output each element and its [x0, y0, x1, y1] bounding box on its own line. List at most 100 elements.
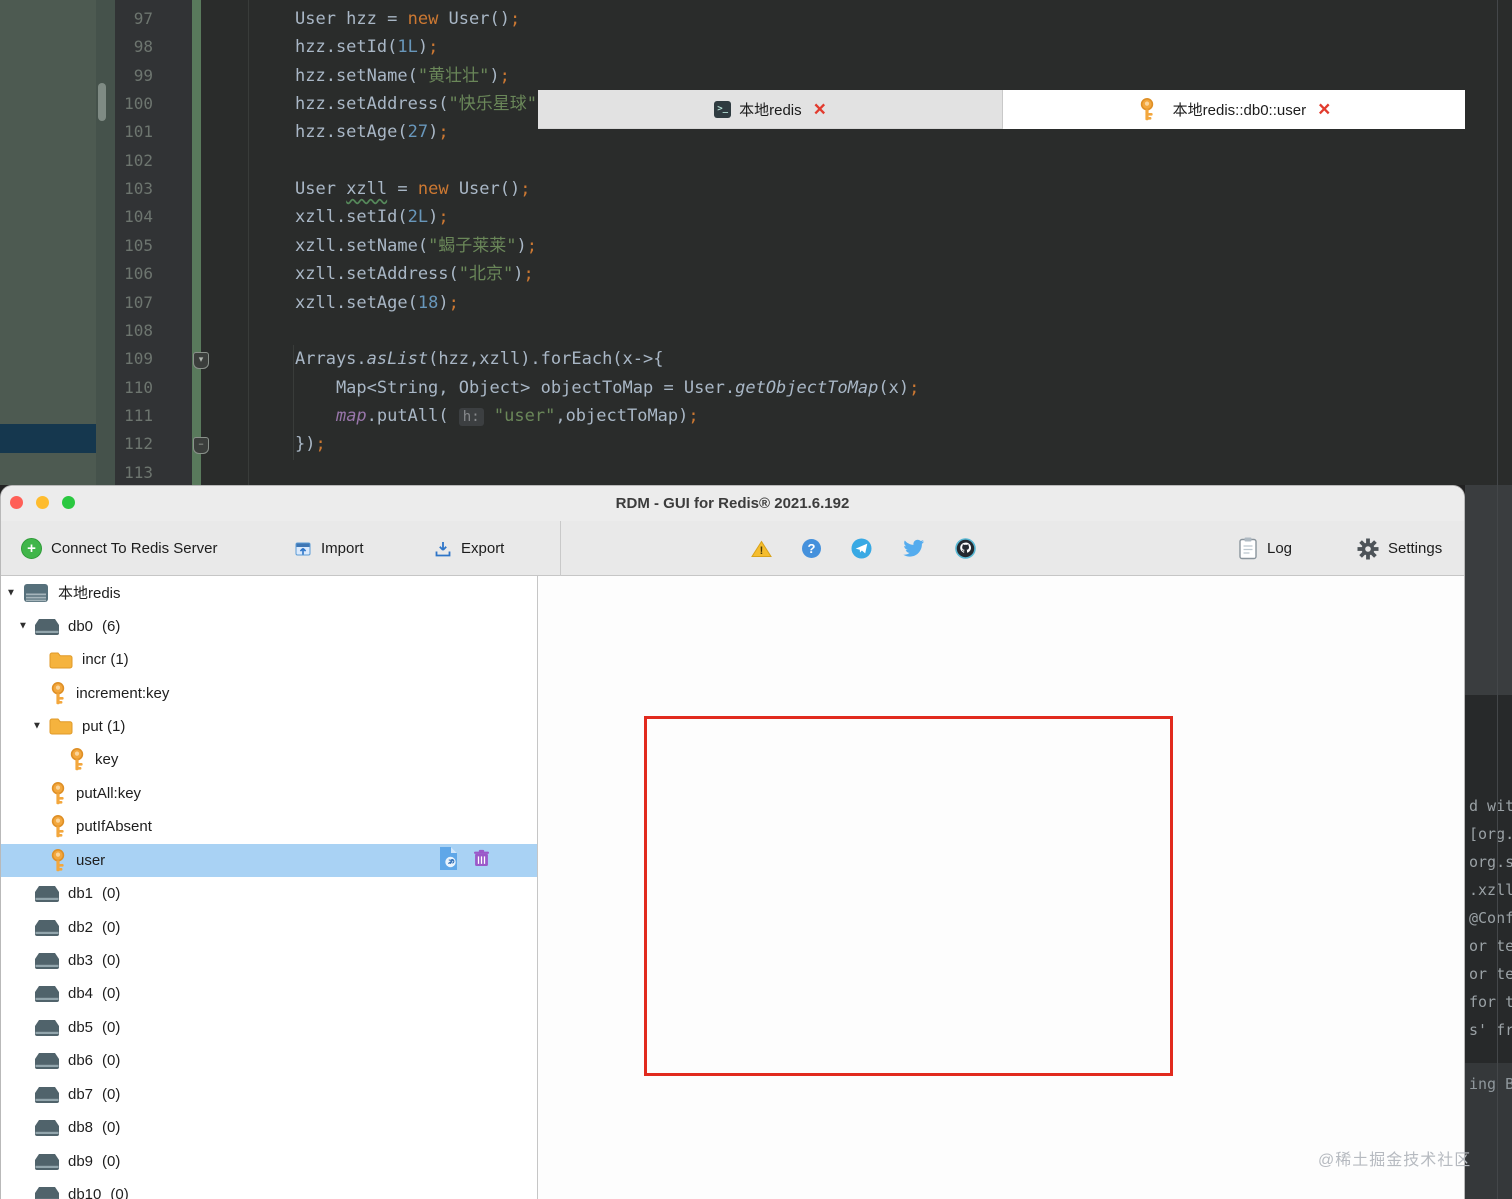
telegram-icon[interactable]: [851, 538, 872, 559]
import-button[interactable]: Import: [294, 521, 364, 576]
tree-item-key[interactable]: key: [1, 743, 537, 776]
line-number: 108: [124, 320, 153, 340]
tree-item-db2[interactable]: db2 (0): [1, 910, 537, 943]
tree-item-db10[interactable]: db10 (0): [1, 1178, 537, 1199]
tree-item-label: putIfAbsent: [76, 818, 152, 836]
code-line-107[interactable]: 107 xzll.setAge(18);: [0, 289, 1512, 317]
tree-item-label: put (1): [82, 717, 126, 735]
code-text: xzll.setId(2L);: [295, 207, 449, 228]
console-line: d wit: [1469, 797, 1512, 815]
line-number: 97: [133, 9, 153, 28]
tab-label: 本地redis::db0::user: [1172, 102, 1307, 119]
code-line-108[interactable]: 108: [0, 317, 1512, 345]
code-line-111[interactable]: 111 map.putAll( h: "user",objectToMap);: [0, 402, 1512, 430]
tree-item-label: 本地redis: [58, 585, 121, 603]
expand-arrow-icon[interactable]: ▼: [32, 721, 42, 732]
code-line-97[interactable]: 97 User hzz = new User();: [0, 5, 1512, 33]
code-line-102[interactable]: 102: [0, 147, 1512, 175]
delete-key-button-inline[interactable]: [474, 849, 489, 871]
warning-icon[interactable]: !: [751, 540, 772, 558]
tab-server[interactable]: >_ 本地redis ×: [538, 90, 1003, 129]
help-icon[interactable]: ?: [802, 539, 821, 558]
tree-item-label: db9: [68, 1152, 94, 1170]
editor-margin-line: [1497, 0, 1498, 1199]
tree-item-db9[interactable]: db9 (0): [1, 1144, 537, 1177]
window-titlebar[interactable]: RDM - GUI for Redis® 2021.6.192: [1, 486, 1464, 521]
line-number: 104: [124, 207, 153, 227]
log-clipboard-icon: [1239, 537, 1257, 560]
code-line-106[interactable]: 106 xzll.setAddress("北京");: [0, 260, 1512, 288]
line-number: 103: [124, 179, 153, 199]
svg-text:!: !: [760, 545, 764, 557]
code-line-104[interactable]: 104 xzll.setId(2L);: [0, 203, 1512, 231]
tree-item-user[interactable]: user: [1, 843, 537, 877]
gear-icon: [1357, 538, 1379, 559]
folder-icon: [49, 718, 73, 735]
code-line-105[interactable]: 105 xzll.setName("蝎子莱莱");: [0, 232, 1512, 260]
tree-item-label: db2: [68, 918, 94, 936]
database-icon: [35, 886, 59, 903]
tab-label: 本地redis: [739, 101, 802, 119]
code-editor: 97 User hzz = new User(); 98 hzz.setId(1L);…: [0, 0, 1512, 485]
code-line-99[interactable]: 99 hzz.setName("黄壮壮");: [0, 62, 1512, 90]
fold-marker-icon[interactable]: ▾: [193, 352, 209, 370]
code-line-112[interactable]: 112 −});: [0, 430, 1512, 458]
tree-item-count: (0): [102, 952, 121, 970]
tree-item-label: user: [76, 851, 106, 869]
key-icon: [51, 815, 65, 838]
tree-item-db0[interactable]: ▼ db0 (6): [1, 609, 537, 642]
tree-item-db7[interactable]: db7 (0): [1, 1078, 537, 1111]
export-button[interactable]: Export: [434, 521, 504, 576]
close-tab-icon[interactable]: ×: [814, 99, 826, 120]
code-line-110[interactable]: 110 Map<String, Object> objectToMap = Us…: [0, 374, 1512, 402]
import-label: Import: [321, 540, 364, 557]
tree-item-db3[interactable]: db3 (0): [1, 944, 537, 977]
database-icon: [35, 953, 59, 970]
line-number: 102: [124, 150, 153, 170]
connect-label: Connect To Redis Server: [51, 540, 218, 557]
tree-item-incr (1)[interactable]: incr (1): [1, 643, 537, 676]
tab-key-user[interactable]: 本地redis::db0::user ×: [1003, 90, 1465, 129]
tree-item-db6[interactable]: db6 (0): [1, 1044, 537, 1077]
key-icon: [51, 848, 65, 871]
console-panel-behind: d wit [org. org.s .xzll @Conf or te or te for t…: [1465, 485, 1512, 1199]
twitter-icon[interactable]: [902, 539, 925, 558]
close-tab-icon[interactable]: ×: [1318, 99, 1330, 120]
fold-marker-icon[interactable]: −: [193, 437, 209, 455]
github-icon[interactable]: [955, 538, 976, 559]
screen: 97 User hzz = new User(); 98 hzz.setId(1L);…: [0, 0, 1512, 1199]
export-icon: [435, 541, 451, 556]
database-icon: [35, 1086, 59, 1103]
code-line-109[interactable]: 109 ▾ Arrays.asList(hzz,xzll).forEach(x->{: [0, 345, 1512, 373]
toolbar: + Connect To Redis Server Import Export …: [1, 521, 1464, 576]
code-text: User xzll = new User();: [295, 179, 531, 200]
code-line-103[interactable]: 103 User xzll = new User();: [0, 175, 1512, 203]
tree-item-本地redis[interactable]: ▼ 本地redis: [1, 576, 537, 609]
code-text: xzll.setAge(18);: [295, 292, 459, 313]
tree-item-label: increment:key: [76, 684, 170, 702]
tree-item-count: (0): [102, 1085, 121, 1103]
connect-to-redis-server-button[interactable]: + Connect To Redis Server: [21, 521, 217, 576]
settings-button[interactable]: Settings: [1357, 521, 1442, 576]
tree-item-db4[interactable]: db4 (0): [1, 977, 537, 1010]
key-icon: [1138, 98, 1156, 121]
tree-item-label: db4: [68, 985, 94, 1003]
tree-item-db1[interactable]: db1 (0): [1, 877, 537, 910]
code-text: hzz.setAge(27);: [295, 122, 449, 143]
copy-key-button[interactable]: [438, 846, 459, 875]
tree-item-putAll:key[interactable]: putAll:key: [1, 777, 537, 810]
log-button[interactable]: Log: [1238, 521, 1292, 576]
tree-item-db8[interactable]: db8 (0): [1, 1111, 537, 1144]
code-line-113[interactable]: 113: [0, 459, 1512, 487]
tree-item-count: (0): [102, 1119, 121, 1137]
keys-tree-sidebar: ▼ 本地redis ▼ db0 (6) incr (1) increment:key ▼ put…: [1, 576, 538, 1199]
tree-item-label: db10: [68, 1186, 102, 1199]
expand-arrow-icon[interactable]: ▼: [6, 587, 16, 598]
tree-item-put (1)[interactable]: ▼ put (1): [1, 710, 537, 743]
tree-item-increment:key[interactable]: increment:key: [1, 676, 537, 709]
code-line-98[interactable]: 98 hzz.setId(1L);: [0, 33, 1512, 61]
line-number: 113: [124, 462, 153, 482]
tree-item-db5[interactable]: db5 (0): [1, 1011, 537, 1044]
tree-item-putIfAbsent[interactable]: putIfAbsent: [1, 810, 537, 843]
expand-arrow-icon[interactable]: ▼: [18, 621, 28, 632]
